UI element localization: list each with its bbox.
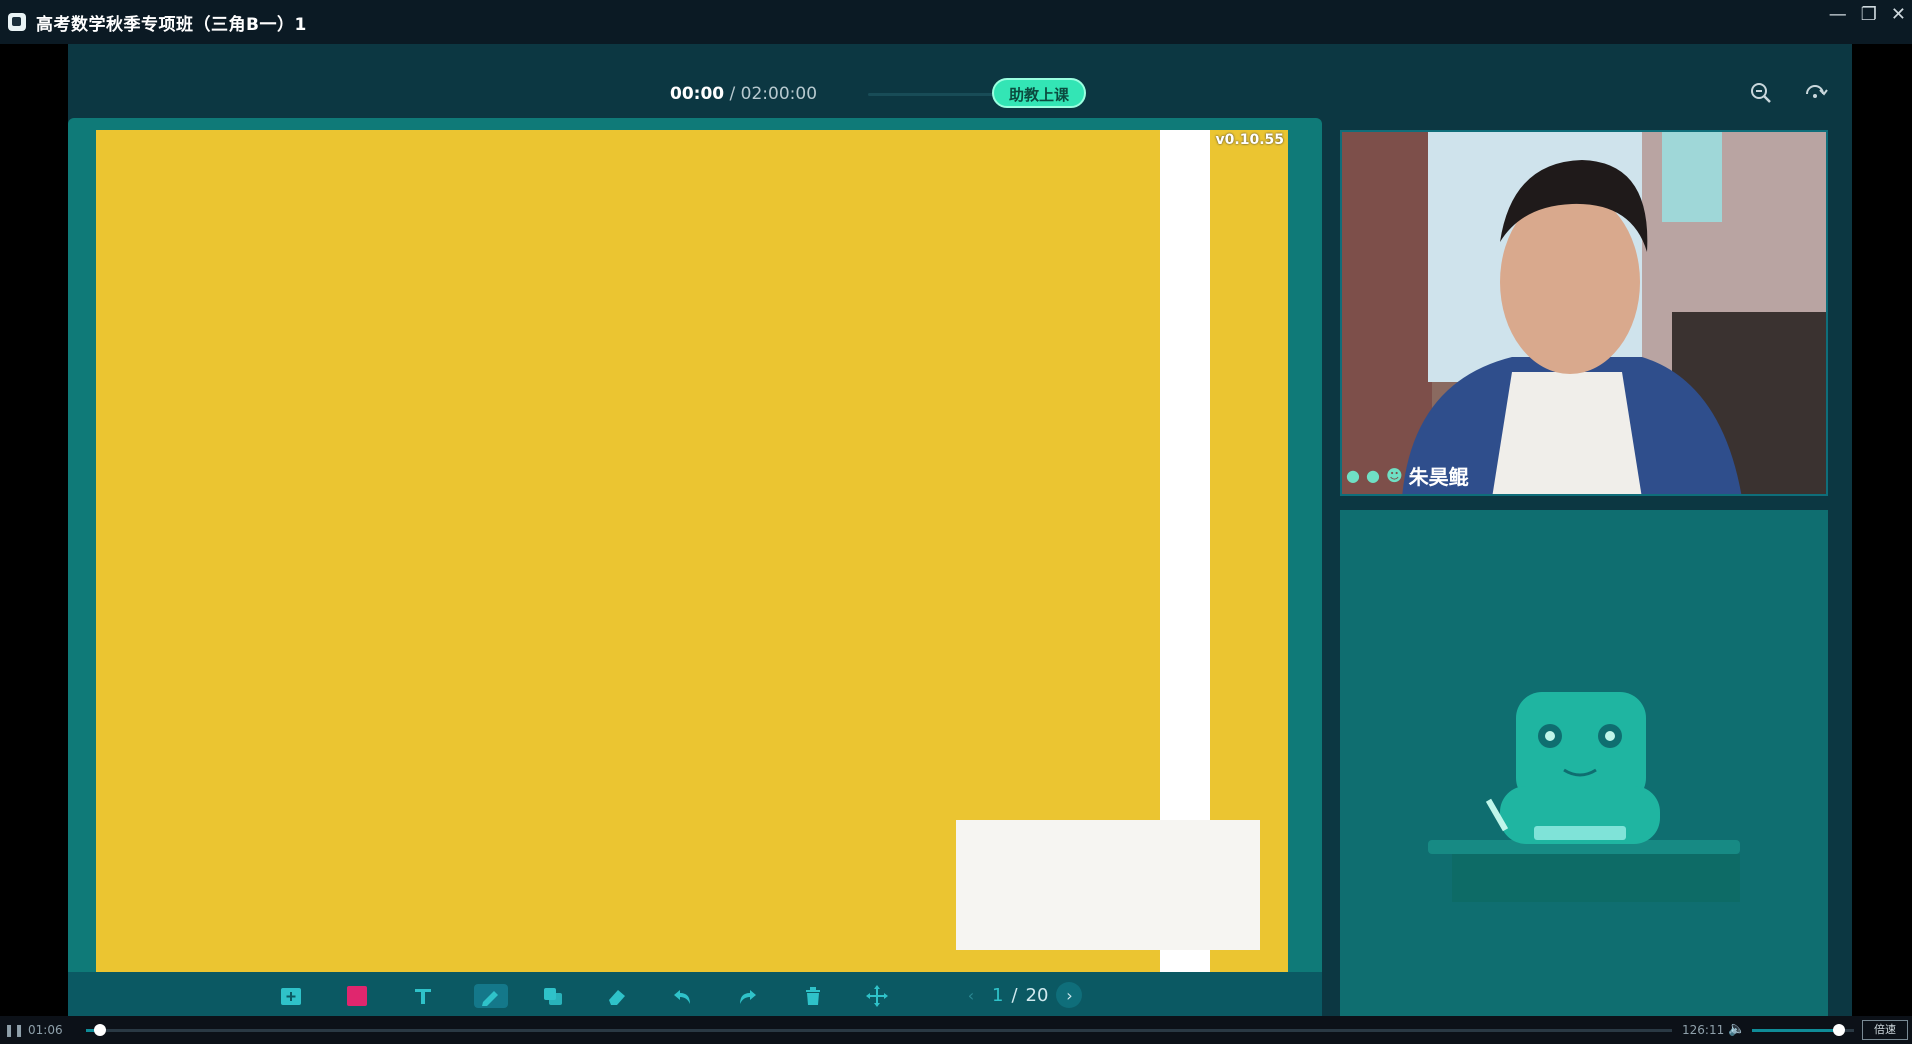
text-tool-icon[interactable] <box>410 984 436 1008</box>
microphone-icon: ● <box>1346 466 1360 485</box>
zoom-icon[interactable] <box>1748 80 1774 106</box>
speed-button[interactable]: 倍速 <box>1862 1020 1908 1040</box>
teacher-video-frame <box>1342 132 1826 494</box>
class-timer: 00:00 / 02:00:00 <box>670 84 817 104</box>
refresh-icon[interactable] <box>1802 80 1828 106</box>
pause-icon[interactable]: ❚❚ <box>4 1023 24 1037</box>
volume-fill <box>1752 1029 1839 1032</box>
student-placeholder-illustration <box>1428 692 1740 902</box>
timer-current: 00:00 <box>670 84 725 104</box>
version-label: v0.10.55 <box>1215 132 1284 148</box>
progress-slider[interactable] <box>86 1024 1672 1036</box>
volume-slider[interactable] <box>1752 1024 1854 1036</box>
progress-knob[interactable] <box>94 1024 107 1036</box>
next-page-button[interactable]: › <box>1056 982 1083 1008</box>
brush-tool-icon[interactable] <box>474 984 508 1008</box>
teacher-name-strip: ● ● ☻ 朱昊鲲 <box>1346 461 1469 490</box>
page-total: 20 <box>1025 984 1049 1006</box>
restore-icon[interactable]: ❐ <box>1861 4 1877 25</box>
new-page-icon[interactable] <box>278 984 304 1008</box>
close-icon[interactable]: ✕ <box>1891 4 1906 25</box>
volume-icon[interactable]: 🔈 <box>1728 1021 1745 1037</box>
eraser-icon[interactable] <box>604 984 630 1008</box>
volume-knob[interactable] <box>1832 1024 1845 1036</box>
video-side-panel: ● ● ☻ 朱昊鲲 <box>1326 118 1852 1016</box>
whiteboard-panel: v0.10.55 ‹ 1 / 20 › <box>68 118 1322 1016</box>
assistant-class-button[interactable]: 助教上课 <box>992 78 1086 108</box>
teacher-name: 朱昊鲲 <box>1408 465 1469 489</box>
timer-separator: / <box>724 84 741 104</box>
move-icon[interactable] <box>864 984 890 1008</box>
delete-icon[interactable] <box>800 984 826 1008</box>
minimize-icon[interactable]: — <box>1829 4 1847 25</box>
page-separator: / <box>1011 984 1018 1006</box>
undo-icon[interactable] <box>670 984 696 1008</box>
class-topbar: 00:00 / 02:00:00 助教上课 <box>68 44 1852 118</box>
camera-icon: ● <box>1365 466 1380 485</box>
player-bar: ❚❚ 01:06 126:11 🔈 倍速 <box>0 1016 1912 1044</box>
classroom-stage: 00:00 / 02:00:00 助教上课 v0.10.55 ‹ 1 / 20 … <box>68 44 1852 1016</box>
page-navigator: ‹ 1 / 20 › <box>958 982 1083 1008</box>
elapsed-time: 01:06 <box>28 1023 63 1037</box>
duration-time: 126:11 <box>1682 1023 1725 1037</box>
redo-icon[interactable] <box>734 984 760 1008</box>
prev-page-button[interactable]: ‹ <box>958 982 984 1008</box>
timer-total: 02:00:00 <box>740 84 818 104</box>
student-area <box>1340 510 1828 1016</box>
user-icon: ☻ <box>1385 466 1403 485</box>
window-titlebar: 高考数学秋季专项班（三角B一）1 — ❐ ✕ <box>0 0 1912 44</box>
app-logo-icon <box>8 13 26 31</box>
slide-white-box <box>956 820 1260 950</box>
page-current: 1 <box>992 984 1004 1006</box>
window-title: 高考数学秋季专项班（三角B一）1 <box>36 14 307 35</box>
color-swatch-icon[interactable] <box>344 984 370 1008</box>
whiteboard-toolbar: ‹ 1 / 20 › <box>68 972 1322 1016</box>
teacher-video: ● ● ☻ 朱昊鲲 <box>1340 130 1828 496</box>
courseware-slide[interactable]: v0.10.55 <box>96 130 1288 972</box>
shape-tool-icon[interactable] <box>540 984 566 1008</box>
